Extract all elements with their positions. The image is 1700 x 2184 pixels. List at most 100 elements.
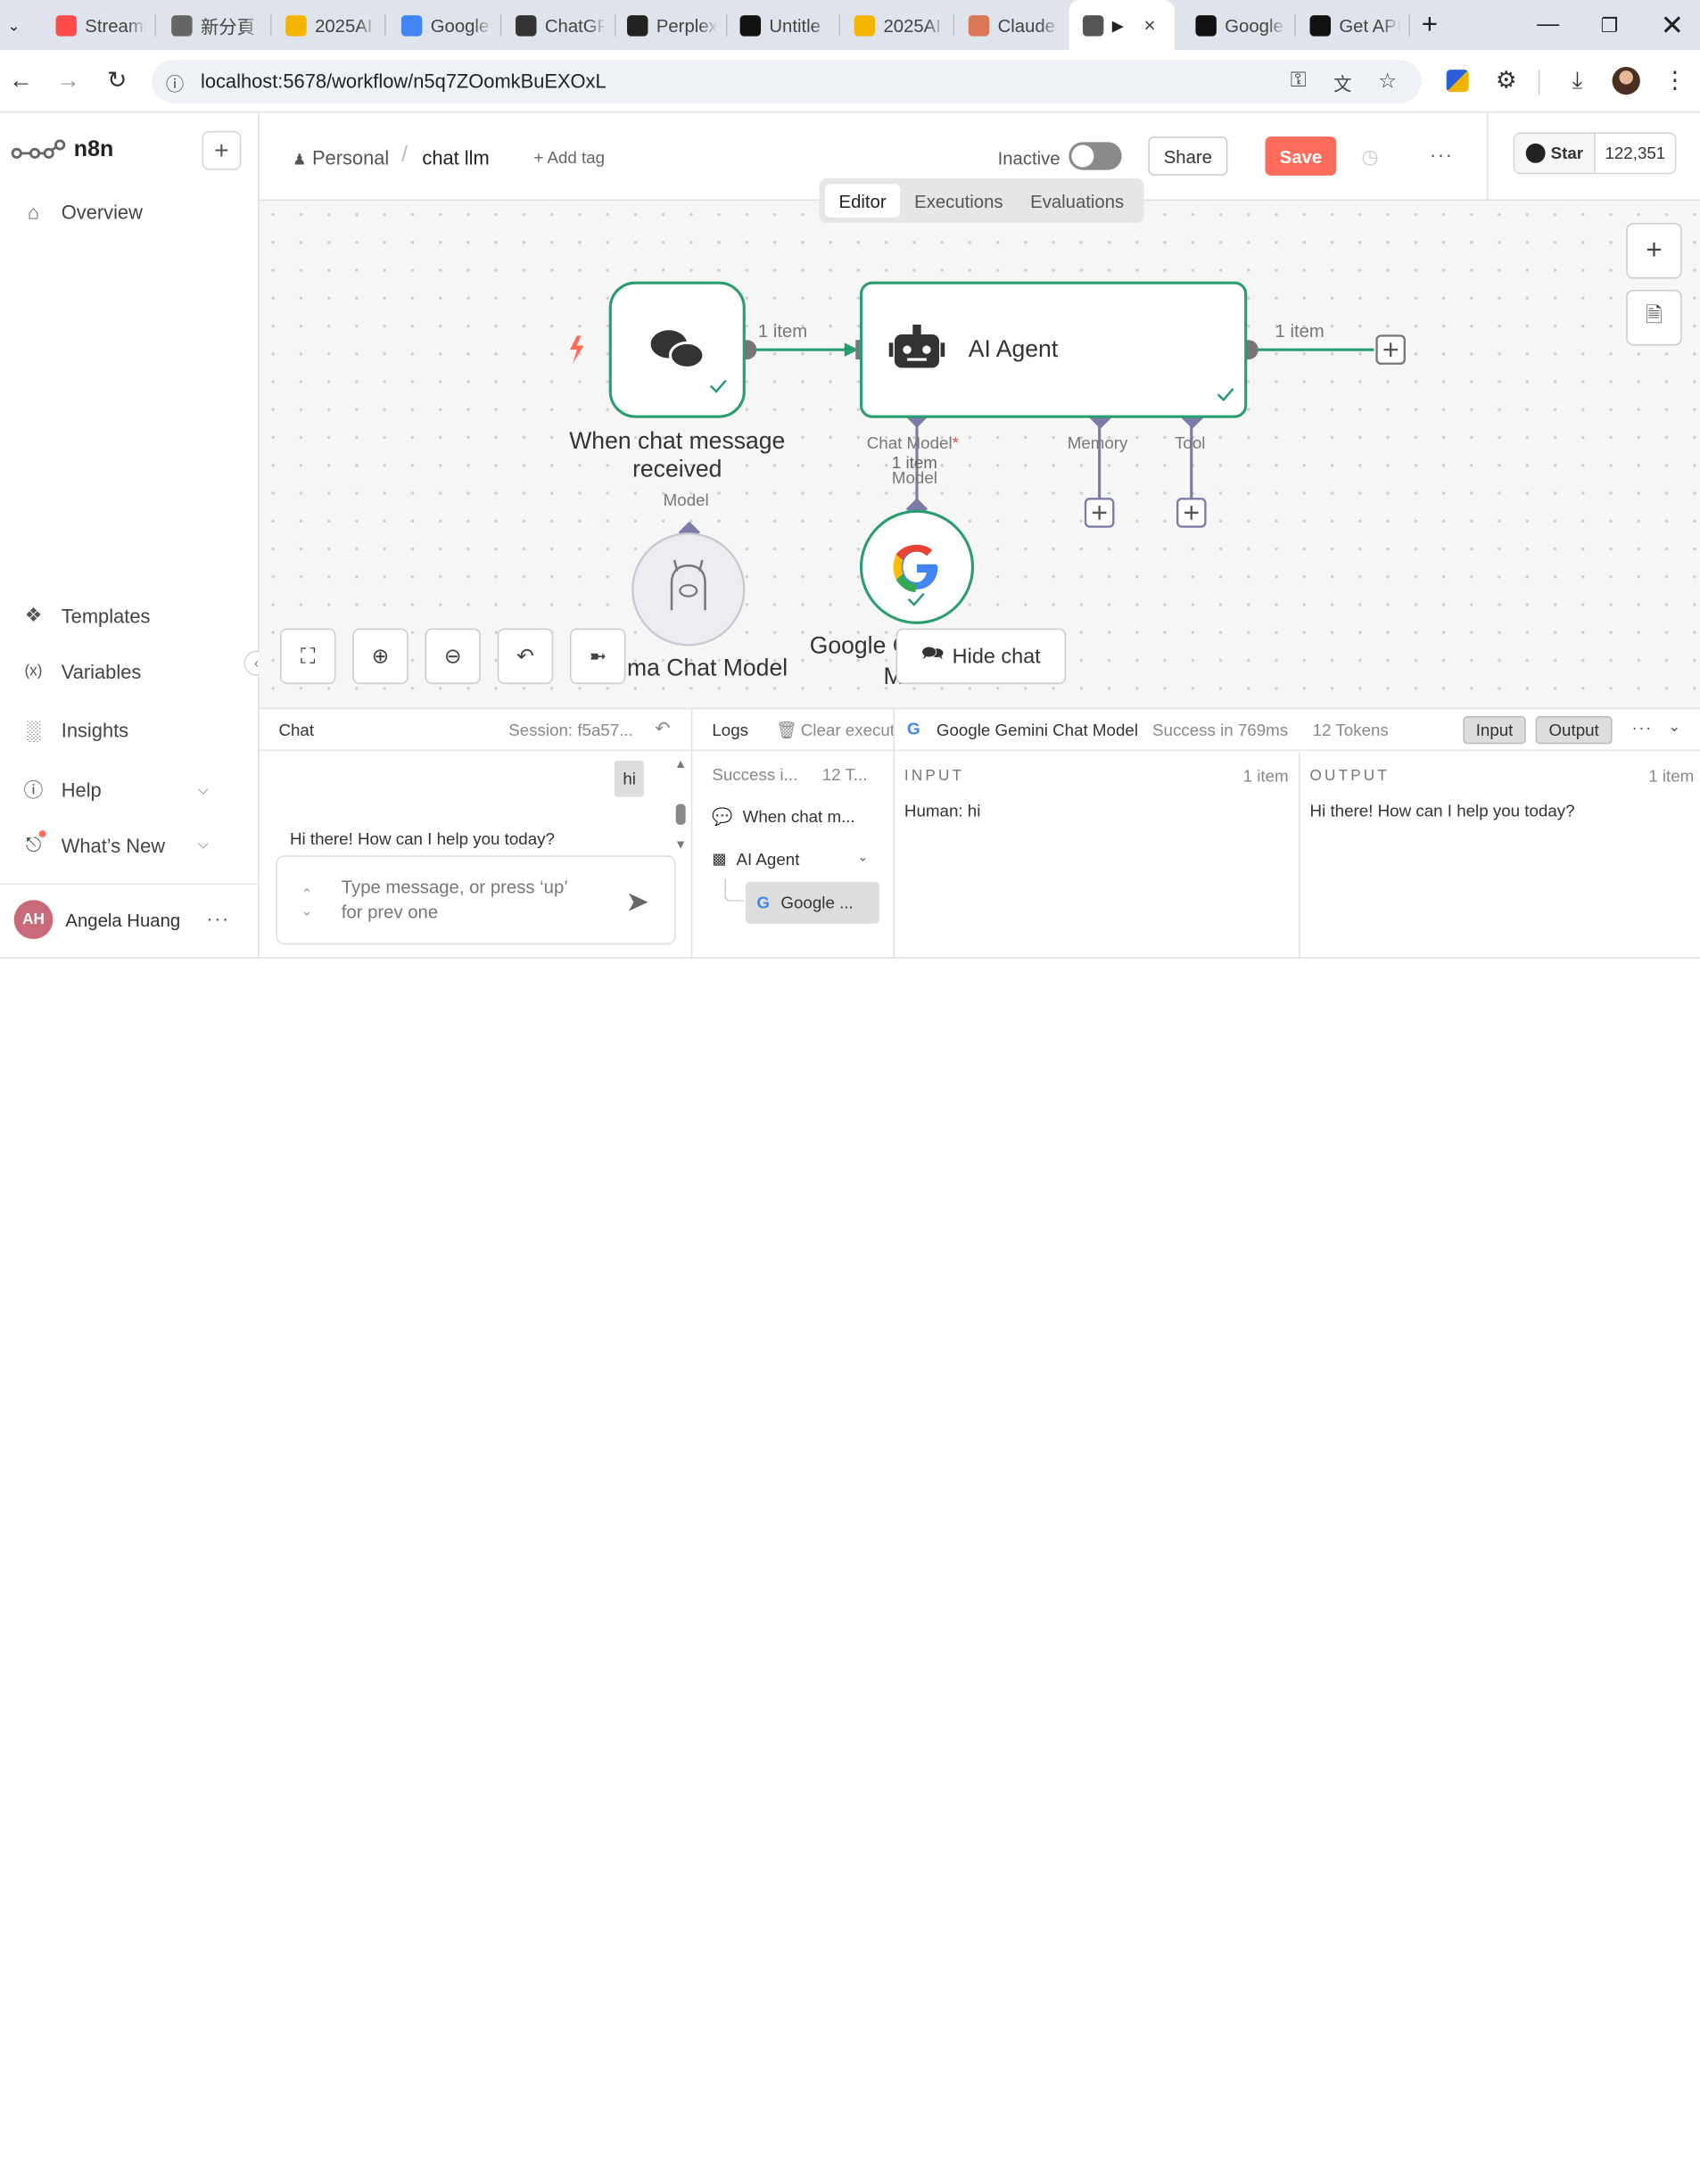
browser-tab[interactable]: 2025AI <box>840 0 955 50</box>
send-icon[interactable]: ➤ <box>625 885 648 919</box>
scroll-up-icon[interactable]: ▲ <box>674 756 687 771</box>
tab-evaluations[interactable]: Evaluations <box>1020 184 1135 217</box>
robot-icon: ▩ <box>712 851 727 869</box>
log-entry-agent[interactable]: ▩ AI Agent ⌄ <box>712 850 868 869</box>
user-menu-icon[interactable]: ··· <box>206 907 230 929</box>
input-content: Human: hi <box>904 801 981 821</box>
sidebar-item-whats-new[interactable]: ⎋ What’s New ⌵ <box>22 830 245 857</box>
sidebar-item-variables[interactable]: (x) Variables <box>22 661 141 683</box>
chat-bubbles-icon: 💬 <box>712 806 733 827</box>
save-button[interactable]: Save <box>1265 136 1337 176</box>
tidy-up-broom-icon[interactable]: ➼ <box>569 628 626 685</box>
input-toggle-button[interactable]: Input <box>1463 716 1526 745</box>
templates-icon: ❖ <box>24 603 43 626</box>
sticky-note-icon[interactable]: 🗎 <box>1626 289 1682 346</box>
url-omnibox[interactable]: ⓘ localhost:5678/workflow/n5q7ZOomkBuEXO… <box>152 60 1422 103</box>
browser-tab[interactable]: Claude <box>954 0 1069 50</box>
tab-editor[interactable]: Editor <box>824 184 901 218</box>
chat-session-id: Session: f5a57... <box>508 720 633 740</box>
github-icon <box>1525 143 1546 163</box>
share-button[interactable]: Share <box>1148 136 1228 176</box>
fit-view-icon[interactable]: ⛶ <box>280 628 336 685</box>
zoom-in-icon[interactable]: ⊕ <box>352 628 408 685</box>
chevron-down-icon[interactable]: ⌄ <box>858 850 869 865</box>
history-icon[interactable]: ◷ <box>1361 144 1378 169</box>
browser-tab[interactable]: Google <box>387 0 502 50</box>
bookmark-star-icon[interactable]: ☆ <box>1378 69 1397 94</box>
connection-item-count: 1 item <box>1275 320 1325 342</box>
add-node-icon[interactable]: + <box>1626 222 1682 279</box>
hide-chat-button[interactable]: 🗪 Hide chat <box>895 628 1067 685</box>
create-button[interactable]: + <box>202 130 242 170</box>
back-icon[interactable]: ← <box>2 62 41 101</box>
reload-icon[interactable]: ↻ <box>97 62 136 101</box>
extension-app-icon[interactable] <box>1438 62 1477 101</box>
add-tool-button[interactable] <box>1176 498 1207 528</box>
new-tab-icon[interactable]: + <box>1399 0 1461 50</box>
undo-icon[interactable]: ↶ <box>497 628 554 685</box>
detail-menu-icon[interactable]: ··· <box>1631 718 1652 738</box>
trigger-node-chat[interactable] <box>608 281 746 418</box>
sidebar-item-overview[interactable]: ⌂ Overview <box>22 201 143 223</box>
add-node-after-agent[interactable] <box>1375 334 1406 365</box>
browser-tab[interactable]: Streaml <box>42 0 156 50</box>
close-tab-icon[interactable]: ✕ <box>1143 16 1156 35</box>
github-star-button[interactable]: Star 122,351 <box>1513 132 1677 175</box>
profile-icon[interactable] <box>1606 62 1646 101</box>
browser-tab-label: 2025AI <box>315 14 373 36</box>
log-entry-trigger[interactable]: 💬 When chat m... <box>712 807 854 827</box>
chat-scrollbar[interactable] <box>675 804 686 825</box>
ollama-chat-model-node[interactable] <box>631 532 746 647</box>
n8n-logo-icon <box>11 139 66 159</box>
extensions-puzzle-icon[interactable]: ⚙ <box>1487 62 1526 101</box>
sidebar-item-insights[interactable]: ░ Insights <box>22 719 128 741</box>
forward-icon[interactable]: → <box>49 62 88 101</box>
browser-tab[interactable]: ChatGP <box>501 0 616 50</box>
gemini-chat-model-node[interactable] <box>859 509 975 624</box>
output-section-title: OUTPUT <box>1309 767 1390 785</box>
add-tag-link[interactable]: + Add tag <box>533 148 605 168</box>
close-window-icon[interactable]: ✕ <box>1641 0 1700 50</box>
trigger-node-label: When chat message received <box>569 427 786 482</box>
browser-tab[interactable]: Untitle <box>726 0 841 50</box>
reset-session-icon[interactable]: ↶ <box>655 718 670 740</box>
browser-tab[interactable]: 新分頁 <box>158 0 272 50</box>
workflow-name[interactable]: chat llm <box>422 146 489 169</box>
tab-search-chevron-icon[interactable]: ⌄ <box>0 0 39 50</box>
collapse-panel-icon[interactable]: ⌄ <box>1668 718 1680 736</box>
browser-menu-icon[interactable]: ⋮ <box>1655 62 1695 101</box>
chrome-icon <box>171 14 193 36</box>
history-nav-icon[interactable]: ⌃ ⌄ <box>301 887 312 920</box>
user-profile[interactable]: AH Angela Huang <box>13 900 180 939</box>
zoom-out-icon[interactable]: ⊖ <box>425 628 481 685</box>
clear-execution-button[interactable]: 🗑 Clear execut <box>776 721 895 740</box>
log-entry-gemini[interactable]: G Google ... <box>745 881 879 924</box>
download-icon[interactable]: ⤓ <box>1558 62 1597 101</box>
slides-icon <box>854 14 876 36</box>
input-section-title: INPUT <box>904 767 965 785</box>
browser-tab-label: Untitle <box>769 14 821 36</box>
active-toggle[interactable] <box>1069 142 1122 170</box>
breadcrumb-project[interactable]: Personal <box>312 146 389 169</box>
browser-tab[interactable]: Perplex <box>613 0 728 50</box>
key-icon[interactable]: ⚿ <box>1291 69 1307 93</box>
scroll-down-icon[interactable]: ▼ <box>674 837 687 852</box>
chat-input[interactable]: ⌃ ⌄ Type message, or press ‘up’ for prev o… <box>276 855 676 945</box>
workflow-menu-icon[interactable]: ··· <box>1430 144 1454 166</box>
minimize-icon[interactable]: — <box>1517 0 1579 50</box>
add-memory-button[interactable] <box>1084 498 1115 528</box>
sidebar-item-templates[interactable]: ❖ Templates <box>22 603 151 627</box>
site-info-icon[interactable]: ⓘ <box>166 70 184 96</box>
restore-icon[interactable]: ❐ <box>1579 0 1640 50</box>
chevron-down-icon: ⌵ <box>197 782 209 798</box>
sidebar-item-help[interactable]: ⓘ Help ⌵ <box>22 776 245 804</box>
output-toggle-button[interactable]: Output <box>1535 716 1613 745</box>
browser-tab[interactable]: Get API <box>1296 0 1411 50</box>
url-text: localhost:5678/workflow/n5q7ZOomkBuEXOxL <box>200 70 607 93</box>
browser-tab[interactable]: 2025AI <box>272 0 386 50</box>
github-star-label: Star <box>1550 143 1584 163</box>
translate-icon[interactable]: 文 <box>1333 70 1351 96</box>
browser-tab[interactable]: ▶ ✕ <box>1069 0 1176 51</box>
tab-executions[interactable]: Executions <box>905 184 1011 217</box>
browser-tab[interactable]: Google <box>1182 0 1296 50</box>
